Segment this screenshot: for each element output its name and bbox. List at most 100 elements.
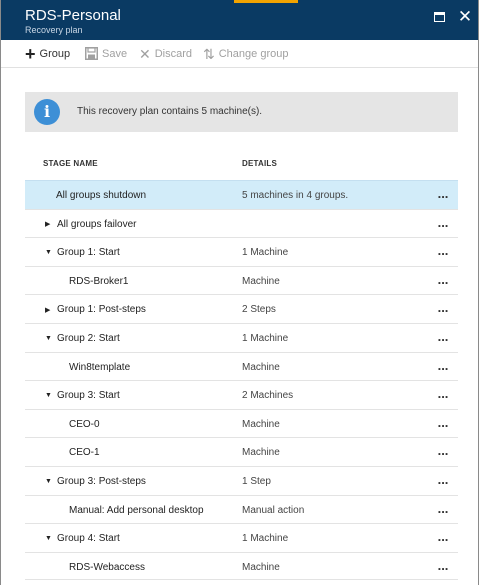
stage-cell: All groups shutdown bbox=[56, 190, 146, 201]
more-options-icon[interactable]: ... bbox=[436, 187, 450, 200]
details-cell: 2 Machines bbox=[242, 390, 294, 402]
title-bar: RDS-Personal Recovery plan ✕ bbox=[1, 0, 478, 40]
panel-subtitle: Recovery plan bbox=[25, 25, 83, 35]
details-cell: 1 Step bbox=[242, 475, 271, 487]
details-cell: Machine bbox=[242, 447, 280, 459]
table-row[interactable]: ▼ Group 4: Start 1 Machine... bbox=[25, 523, 458, 552]
command-bar: + Group Save ✕ Discard ⇅ Change group bbox=[1, 40, 478, 68]
add-group-label: Group bbox=[39, 48, 71, 60]
details-cell: 1 Machine bbox=[242, 247, 289, 259]
accent-strip bbox=[234, 0, 298, 3]
more-options-icon[interactable]: ... bbox=[436, 502, 450, 515]
details-cell: Manual action bbox=[242, 504, 305, 516]
maximize-icon bbox=[434, 12, 445, 22]
more-options-icon[interactable]: ... bbox=[436, 330, 450, 343]
stage-cell: ▼ Group 3: Post-steps bbox=[45, 476, 146, 487]
more-options-icon[interactable]: ... bbox=[436, 444, 450, 457]
more-options-icon[interactable]: ... bbox=[436, 244, 450, 257]
stage-cell: Win8template bbox=[69, 362, 130, 373]
save-icon bbox=[85, 46, 98, 62]
change-group-button[interactable]: ⇅ Change group bbox=[203, 46, 288, 62]
stage-name: Group 3: Start bbox=[57, 390, 120, 402]
caret-down-icon[interactable]: ▼ bbox=[45, 249, 55, 256]
table-row[interactable]: Manual: Add personal desktop Manual actio… bbox=[25, 494, 458, 524]
more-options-icon[interactable]: ... bbox=[436, 359, 450, 372]
caret-down-icon[interactable]: ▼ bbox=[45, 392, 55, 399]
stage-name: Group 2: Start bbox=[57, 332, 120, 344]
details-cell: Machine bbox=[242, 275, 280, 287]
more-options-icon[interactable]: ... bbox=[436, 416, 450, 429]
table-row[interactable]: CEO-1 Machine... bbox=[25, 437, 458, 466]
caret-down-icon[interactable]: ▼ bbox=[45, 478, 55, 485]
details-cell: Machine bbox=[242, 561, 280, 573]
more-options-icon[interactable]: ... bbox=[436, 473, 450, 486]
discard-label: Discard bbox=[154, 48, 193, 60]
panel-title: RDS-Personal bbox=[25, 7, 121, 24]
table-row[interactable]: RDS-Webaccess Machine... bbox=[25, 551, 458, 581]
caret-right-icon[interactable]: ▶ bbox=[45, 220, 55, 228]
table-row[interactable]: All groups shutdown 5 machines in 4 group… bbox=[25, 180, 458, 209]
caret-right-icon[interactable]: ▶ bbox=[45, 306, 55, 314]
details-cell: 5 machines in 4 groups. bbox=[242, 190, 349, 201]
table-row[interactable]: ▼ Group 3: Post-steps 1 Step... bbox=[25, 465, 458, 495]
stage-name: All groups failover bbox=[57, 218, 137, 230]
stage-cell: ▼ Group 1: Start bbox=[45, 247, 120, 258]
more-options-icon[interactable]: ... bbox=[436, 387, 450, 400]
stage-cell: ▶ Group 1: Post-steps bbox=[45, 304, 146, 315]
stage-cell: ▶ All groups failover bbox=[45, 219, 136, 230]
stage-cell: CEO-0 bbox=[69, 419, 100, 430]
table-row[interactable]: ▼ Group 1: Start 1 Machine... bbox=[25, 237, 458, 266]
more-options-icon[interactable]: ... bbox=[436, 530, 450, 543]
table-header: STAGE NAME DETAILS bbox=[25, 152, 458, 180]
details-cell: 2 Steps bbox=[242, 304, 276, 316]
table-row[interactable]: ▶ Group 1: Post-steps 2 Steps... bbox=[25, 294, 458, 323]
column-header-stage: STAGE NAME bbox=[43, 159, 98, 168]
table-row[interactable]: ▶ All groups failover... bbox=[25, 208, 458, 238]
maximize-button[interactable] bbox=[431, 8, 449, 26]
caret-down-icon[interactable]: ▼ bbox=[45, 535, 55, 542]
table-row[interactable]: Win8template Machine... bbox=[25, 351, 458, 381]
stage-cell: Manual: Add personal desktop bbox=[69, 505, 204, 516]
recovery-plan-table: STAGE NAME DETAILS All groups shutdown 5 … bbox=[25, 152, 458, 581]
stage-cell: ▼ Group 2: Start bbox=[45, 333, 120, 344]
table-row[interactable]: ▼ Group 3: Start 2 Machines... bbox=[25, 380, 458, 409]
change-group-label: Change group bbox=[218, 48, 289, 60]
table-row[interactable]: CEO-0 Machine... bbox=[25, 408, 458, 438]
details-cell: Machine bbox=[242, 418, 280, 430]
stage-cell: RDS-Broker1 bbox=[69, 276, 128, 287]
more-options-icon[interactable]: ... bbox=[436, 216, 450, 229]
details-cell: 1 Machine bbox=[242, 533, 289, 545]
stage-name: RDS-Broker1 bbox=[69, 275, 129, 287]
stage-name: Group 3: Post-steps bbox=[57, 475, 146, 487]
stage-cell: ▼ Group 4: Start bbox=[45, 533, 120, 544]
close-button[interactable]: ✕ bbox=[456, 8, 474, 26]
close-icon: ✕ bbox=[457, 7, 473, 26]
stage-name: Group 1: Start bbox=[57, 247, 120, 259]
details-cell: 1 Machine bbox=[242, 332, 289, 344]
table-body: All groups shutdown 5 machines in 4 group… bbox=[25, 180, 458, 581]
table-row[interactable]: ▼ Group 2: Start 1 Machine... bbox=[25, 322, 458, 352]
stage-cell: CEO-1 bbox=[69, 447, 100, 458]
discard-button[interactable]: ✕ Discard bbox=[139, 46, 192, 62]
swap-arrows-icon: ⇅ bbox=[203, 46, 215, 62]
discard-icon: ✕ bbox=[139, 46, 151, 62]
more-options-icon[interactable]: ... bbox=[436, 301, 450, 314]
blade-panel: RDS-Personal Recovery plan ✕ + Group Sav… bbox=[0, 0, 479, 585]
stage-name: Group 4: Start bbox=[57, 533, 120, 545]
stage-cell: ▼ Group 3: Start bbox=[45, 390, 120, 401]
column-header-details: DETAILS bbox=[242, 159, 278, 168]
info-message: This recovery plan contains 5 machine(s)… bbox=[77, 106, 263, 117]
caret-down-icon[interactable]: ▼ bbox=[45, 335, 55, 342]
table-row[interactable]: RDS-Broker1 Machine... bbox=[25, 265, 458, 295]
add-group-button[interactable]: + Group bbox=[25, 44, 71, 64]
plus-icon: + bbox=[25, 44, 36, 64]
stage-name: CEO-0 bbox=[69, 418, 100, 430]
save-button[interactable]: Save bbox=[85, 46, 127, 62]
save-label: Save bbox=[102, 48, 128, 60]
stage-name: RDS-Webaccess bbox=[69, 561, 145, 573]
info-icon: i bbox=[34, 99, 60, 125]
stage-name: All groups shutdown bbox=[56, 190, 147, 201]
stage-name: Win8template bbox=[69, 361, 131, 373]
more-options-icon[interactable]: ... bbox=[436, 273, 450, 286]
more-options-icon[interactable]: ... bbox=[436, 559, 450, 572]
